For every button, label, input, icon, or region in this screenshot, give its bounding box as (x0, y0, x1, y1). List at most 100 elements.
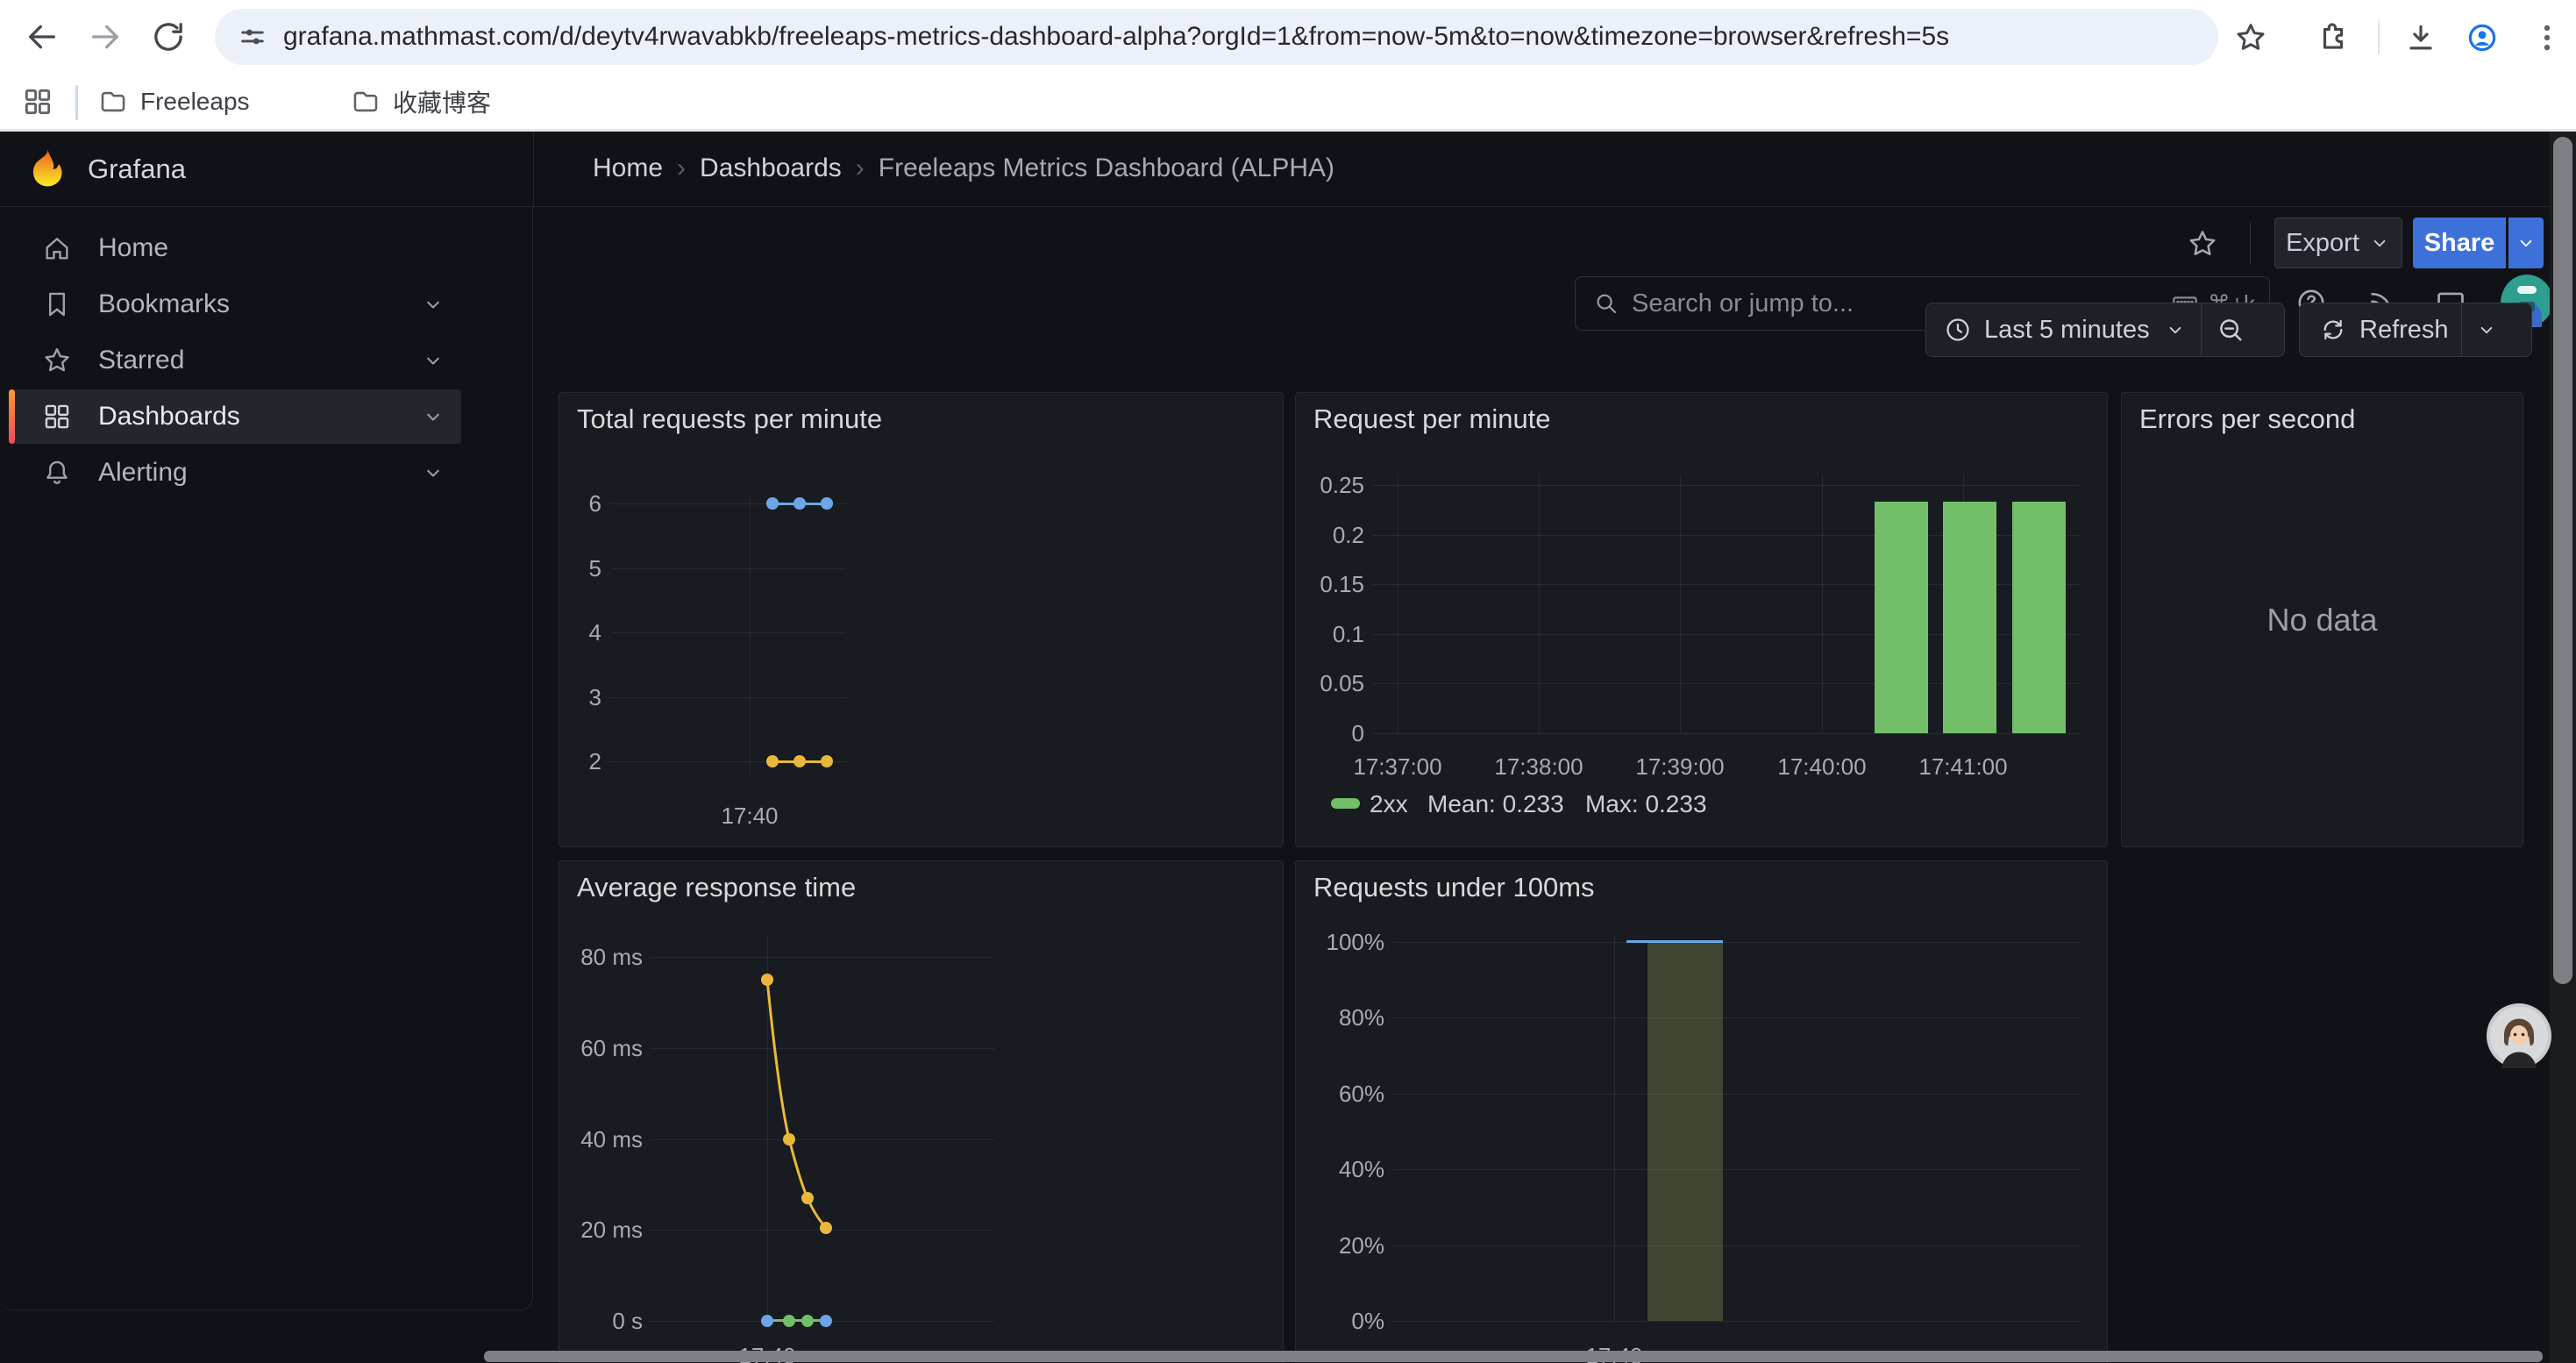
sidebar-item-label: Starred (98, 346, 421, 375)
assistant-avatar[interactable] (2487, 1003, 2551, 1073)
divider (2378, 19, 2380, 54)
sidebar-item-dashboards[interactable]: Dashboards (9, 389, 461, 444)
bar-17:41:00 (1943, 502, 1996, 733)
grafana-logo-icon[interactable] (25, 146, 70, 196)
url-text[interactable]: grafana.mathmast.com/d/deytv4rwavabkb/fr… (283, 22, 1949, 52)
chevron-down-icon[interactable] (421, 292, 445, 317)
chevron-down-icon[interactable] (421, 348, 445, 373)
panel-title[interactable]: Average response time (577, 872, 856, 903)
gridline-h (1373, 485, 2080, 486)
site-settings-icon[interactable] (238, 22, 267, 52)
chevron-down-icon[interactable] (421, 460, 445, 485)
legend-series-name[interactable]: 2xx (1370, 790, 1408, 818)
gridline-v (767, 936, 768, 1327)
sidebar-item-starred[interactable]: Starred (9, 333, 461, 388)
gridline-h (1393, 1094, 2080, 1095)
y-axis-tick: 40 ms (559, 1125, 643, 1153)
panel-title[interactable]: Request per minute (1313, 403, 1551, 435)
panel-title[interactable]: Requests under 100ms (1313, 872, 1595, 903)
panel-body: 6543217:40NameMeanGET /api/_livez6GET /a… (559, 393, 1283, 846)
time-range-group: Last 5 minutes (1925, 303, 2285, 357)
export-label: Export (2286, 229, 2359, 258)
download-icon[interactable] (2404, 21, 2437, 59)
breadcrumb-separator: › (663, 153, 700, 183)
export-button[interactable]: Export (2274, 218, 2402, 268)
bell-icon (42, 458, 72, 488)
x-axis-tick: 17:38:00 (1469, 753, 1609, 781)
data-point (821, 755, 833, 767)
gridline-v (1539, 475, 1540, 733)
breadcrumb-separator: › (842, 153, 879, 183)
panel-average-response-time: Average response time 80 ms60 ms40 ms20 … (559, 860, 1284, 1363)
sidebar-item-bookmarks[interactable]: Bookmarks (9, 277, 461, 332)
panel-title[interactable]: Total requests per minute (577, 403, 882, 435)
data-point (761, 974, 773, 986)
sidebar-item-alerting[interactable]: Alerting (9, 446, 461, 500)
bookmark-star-icon[interactable] (2234, 21, 2267, 59)
x-axis-tick: 17:40:00 (1752, 753, 1892, 781)
gridline-h (650, 957, 994, 958)
url-bar[interactable]: grafana.mathmast.com/d/deytv4rwavabkb/fr… (215, 9, 2218, 65)
sidebar-item-home[interactable]: Home (9, 221, 461, 275)
vertical-scrollbar-thumb[interactable] (2553, 137, 2572, 984)
apps-grid-icon[interactable] (21, 85, 54, 123)
sidebar-item-label: Bookmarks (98, 289, 421, 319)
x-axis-tick: 17:39:00 (1610, 753, 1750, 781)
gridline-v (750, 494, 751, 774)
time-range-picker[interactable]: Last 5 minutes (1926, 303, 2201, 356)
y-axis-tick: 0.15 (1296, 570, 1364, 598)
response-time-curve (559, 861, 1015, 1352)
zoom-out-button[interactable] (2202, 303, 2259, 356)
bar-17:40:30 (1875, 502, 1928, 733)
favorite-dashboard-icon[interactable] (2187, 228, 2218, 264)
y-axis-tick: 0 (1296, 719, 1364, 747)
reload-icon[interactable] (151, 19, 186, 54)
panel-body: 80 ms60 ms40 ms20 ms0 s17:40NameMeanLas/… (559, 861, 1283, 1363)
area-top-line (1626, 940, 1723, 943)
y-axis-tick: 0.25 (1296, 471, 1364, 499)
divider (75, 85, 78, 120)
star-icon (42, 346, 72, 375)
panel-title[interactable]: Errors per second (2139, 403, 2355, 435)
sidebar-item-label: Alerting (98, 458, 421, 488)
browser-menu-icon[interactable] (2530, 21, 2564, 59)
extensions-icon[interactable] (2316, 21, 2350, 59)
panel-body: No data (2122, 393, 2523, 846)
y-axis-tick: 6 (559, 489, 601, 517)
data-point (801, 1192, 814, 1204)
data-point (783, 1315, 795, 1327)
horizontal-scrollbar-thumb[interactable] (484, 1351, 2543, 1362)
data-point (766, 755, 779, 767)
data-point (793, 755, 806, 767)
chevron-down-icon (2368, 232, 2391, 254)
y-axis-tick: 40% (1296, 1155, 1384, 1183)
chevron-down-icon[interactable] (421, 404, 445, 429)
breadcrumb-item[interactable]: Dashboards (700, 153, 842, 183)
bookmark-folder-1[interactable]: 收藏博客 (351, 74, 491, 129)
refresh-interval-button[interactable] (2462, 303, 2511, 356)
y-axis-tick: 60 ms (559, 1034, 643, 1062)
breadcrumb-item[interactable]: Home (593, 153, 663, 183)
panel-body: 0.250.20.150.10.05017:37:0017:38:0017:39… (1296, 393, 2107, 846)
refresh-icon (2319, 316, 2347, 344)
x-axis-tick: 17:40 (680, 802, 820, 830)
share-menu-button[interactable] (2508, 218, 2544, 268)
panel-request-per-minute: Request per minute 0.250.20.150.10.05017… (1295, 392, 2108, 847)
share-button[interactable]: Share (2413, 218, 2506, 268)
chevron-down-icon (2164, 318, 2187, 341)
refresh-button[interactable]: Refresh (2300, 303, 2461, 356)
back-icon[interactable] (25, 19, 60, 54)
forward-icon[interactable] (88, 19, 123, 54)
panel-errors-per-second: Errors per second No data (2121, 392, 2523, 847)
y-axis-tick: 0.1 (1296, 620, 1364, 648)
bookmark-folder-0[interactable]: Freeleaps (98, 74, 250, 129)
y-axis-tick: 4 (559, 618, 601, 646)
profile-icon[interactable] (2466, 21, 2499, 59)
series-color-swatch (1331, 798, 1360, 809)
panel-total-requests-per-minute: Total requests per minute 6543217:40Name… (559, 392, 1284, 847)
clock-icon (1944, 316, 1972, 344)
active-accent-bar (9, 389, 15, 444)
data-point (793, 497, 806, 510)
folder-icon (98, 87, 128, 117)
y-axis-tick: 0% (1296, 1307, 1384, 1335)
